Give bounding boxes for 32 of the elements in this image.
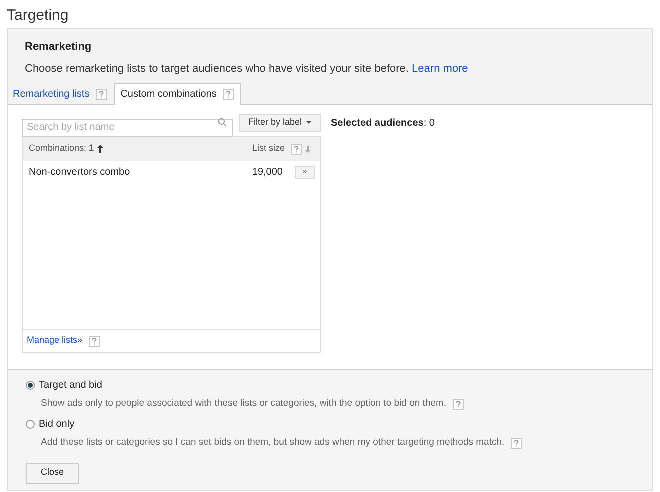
option-description: Show ads only to people associated with these lists or categories, with the option to bid on them. [41, 397, 447, 411]
table-cell-text: 19,000 [252, 166, 283, 180]
radio-button[interactable] [26, 381, 35, 390]
filter-button[interactable]: Filter by label [239, 114, 321, 132]
option-label[interactable]: Target and bid [39, 378, 102, 393]
page-title: Targeting [6, 6, 70, 26]
learn-more-link[interactable]: Learn more [412, 62, 468, 74]
help-icon[interactable] [88, 336, 100, 346]
help-icon[interactable] [452, 398, 464, 410]
close-button[interactable]: Close [26, 462, 79, 484]
selected-audiences: Selected audiences: 0 [331, 117, 435, 131]
caret-icon [306, 121, 312, 125]
section-description: Choose remarketing lists to target audiences who have visited your site before. [25, 62, 409, 74]
sort-up-icon [97, 145, 104, 153]
manage-lists-link[interactable]: Manage lists» [27, 334, 83, 348]
table-cell-text: Non-convertors combo [29, 166, 132, 180]
add-button[interactable]: » [295, 166, 315, 178]
column-header[interactable]: Combinations: 1 [29, 142, 94, 156]
column-header[interactable]: List size [252, 142, 285, 156]
option-description: Add these lists or categories so I can set bids on them, but show ads when my other targeting methods match. [41, 436, 505, 450]
help-icon[interactable] [510, 438, 522, 449]
help-icon[interactable] [291, 144, 302, 154]
section-title: Remarketing [25, 40, 93, 55]
help-icon[interactable] [96, 88, 107, 100]
search-icon[interactable] [218, 118, 228, 127]
option-label[interactable]: Bid only [39, 417, 75, 432]
tab[interactable]: Custom combinations [114, 83, 241, 105]
radio-button[interactable] [26, 420, 35, 430]
search-field[interactable]: Search by list name [22, 118, 234, 136]
help-icon[interactable] [222, 89, 234, 100]
sort-down-icon [305, 146, 311, 152]
tab[interactable]: Remarketing lists [12, 84, 108, 104]
